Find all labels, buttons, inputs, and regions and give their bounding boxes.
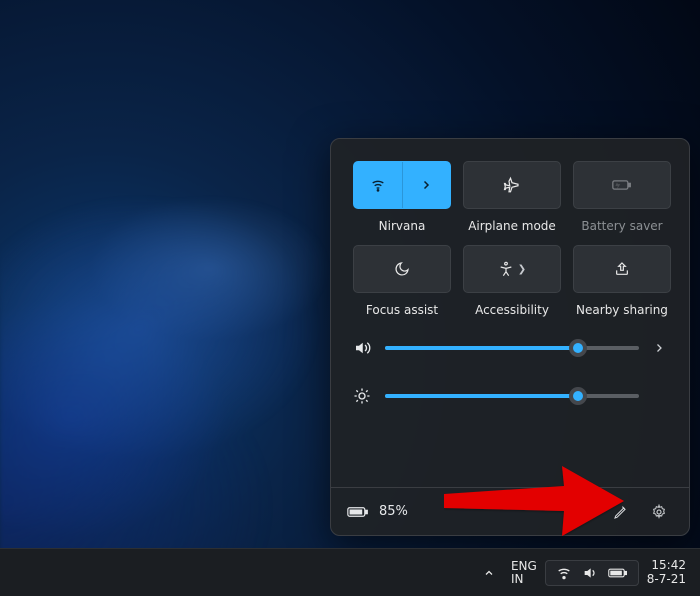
taskbar: ENG IN 15:42 8-7-21 — [0, 548, 700, 596]
nearby-sharing-label: Nearby sharing — [576, 303, 668, 317]
battery-text: 85% — [379, 504, 408, 519]
clock-date: 8-7-21 — [647, 573, 686, 586]
volume-icon — [582, 565, 598, 581]
accessibility-icon — [498, 261, 514, 277]
chevron-right-icon — [420, 179, 432, 191]
settings-button[interactable] — [645, 498, 673, 526]
tile-group-battery-saver: Battery saver — [573, 161, 671, 233]
wifi-expand[interactable] — [403, 162, 451, 208]
wifi-icon — [370, 177, 386, 193]
tile-group-accessibility: ❯ Accessibility — [463, 245, 561, 317]
clock[interactable]: 15:42 8-7-21 — [641, 557, 692, 587]
volume-fill — [385, 346, 578, 350]
battery-saver-label: Battery saver — [581, 219, 662, 233]
brightness-slider[interactable] — [385, 394, 639, 398]
volume-icon — [353, 339, 371, 357]
quick-settings-panel: Nirvana Airplane mode Battery saver — [330, 138, 690, 536]
tray-overflow-button[interactable] — [475, 563, 503, 583]
edit-button[interactable] — [607, 498, 635, 526]
battery-icon — [347, 506, 369, 518]
wifi-toggle[interactable] — [354, 162, 403, 208]
quick-settings-tiles: Nirvana Airplane mode Battery saver — [331, 139, 689, 327]
battery-icon — [608, 567, 628, 579]
brightness-fill — [385, 394, 578, 398]
wifi-label: Nirvana — [379, 219, 426, 233]
share-icon — [614, 261, 630, 277]
volume-row — [353, 339, 667, 357]
accessibility-label: Accessibility — [475, 303, 549, 317]
wifi-tile[interactable] — [353, 161, 451, 209]
tile-group-wifi: Nirvana — [353, 161, 451, 233]
volume-slider[interactable] — [385, 346, 639, 350]
sliders-area: . — [331, 327, 689, 409]
moon-icon — [394, 261, 410, 277]
battery-saver-icon — [612, 178, 632, 192]
accessibility-tile[interactable]: ❯ — [463, 245, 561, 293]
clock-time: 15:42 — [647, 559, 686, 572]
chevron-right-icon: ❯ — [518, 264, 526, 275]
lang-line2: IN — [511, 573, 537, 586]
lang-line1: ENG — [511, 560, 537, 573]
brightness-thumb[interactable] — [569, 387, 587, 405]
language-indicator[interactable]: ENG IN — [505, 558, 543, 587]
airplane-label: Airplane mode — [468, 219, 556, 233]
focus-assist-tile[interactable] — [353, 245, 451, 293]
tile-group-airplane: Airplane mode — [463, 161, 561, 233]
system-tray[interactable] — [545, 560, 639, 586]
brightness-icon — [353, 387, 371, 405]
nearby-sharing-tile[interactable] — [573, 245, 671, 293]
tile-group-focus-assist: Focus assist — [353, 245, 451, 317]
tile-group-nearby: Nearby sharing — [573, 245, 671, 317]
quick-settings-footer: 85% — [331, 487, 689, 535]
volume-expand[interactable] — [653, 342, 667, 354]
volume-thumb[interactable] — [569, 339, 587, 357]
battery-saver-tile[interactable] — [573, 161, 671, 209]
airplane-tile[interactable] — [463, 161, 561, 209]
wifi-icon — [556, 565, 572, 581]
brightness-row: . — [353, 387, 667, 405]
focus-assist-label: Focus assist — [366, 303, 438, 317]
airplane-icon — [503, 176, 521, 194]
